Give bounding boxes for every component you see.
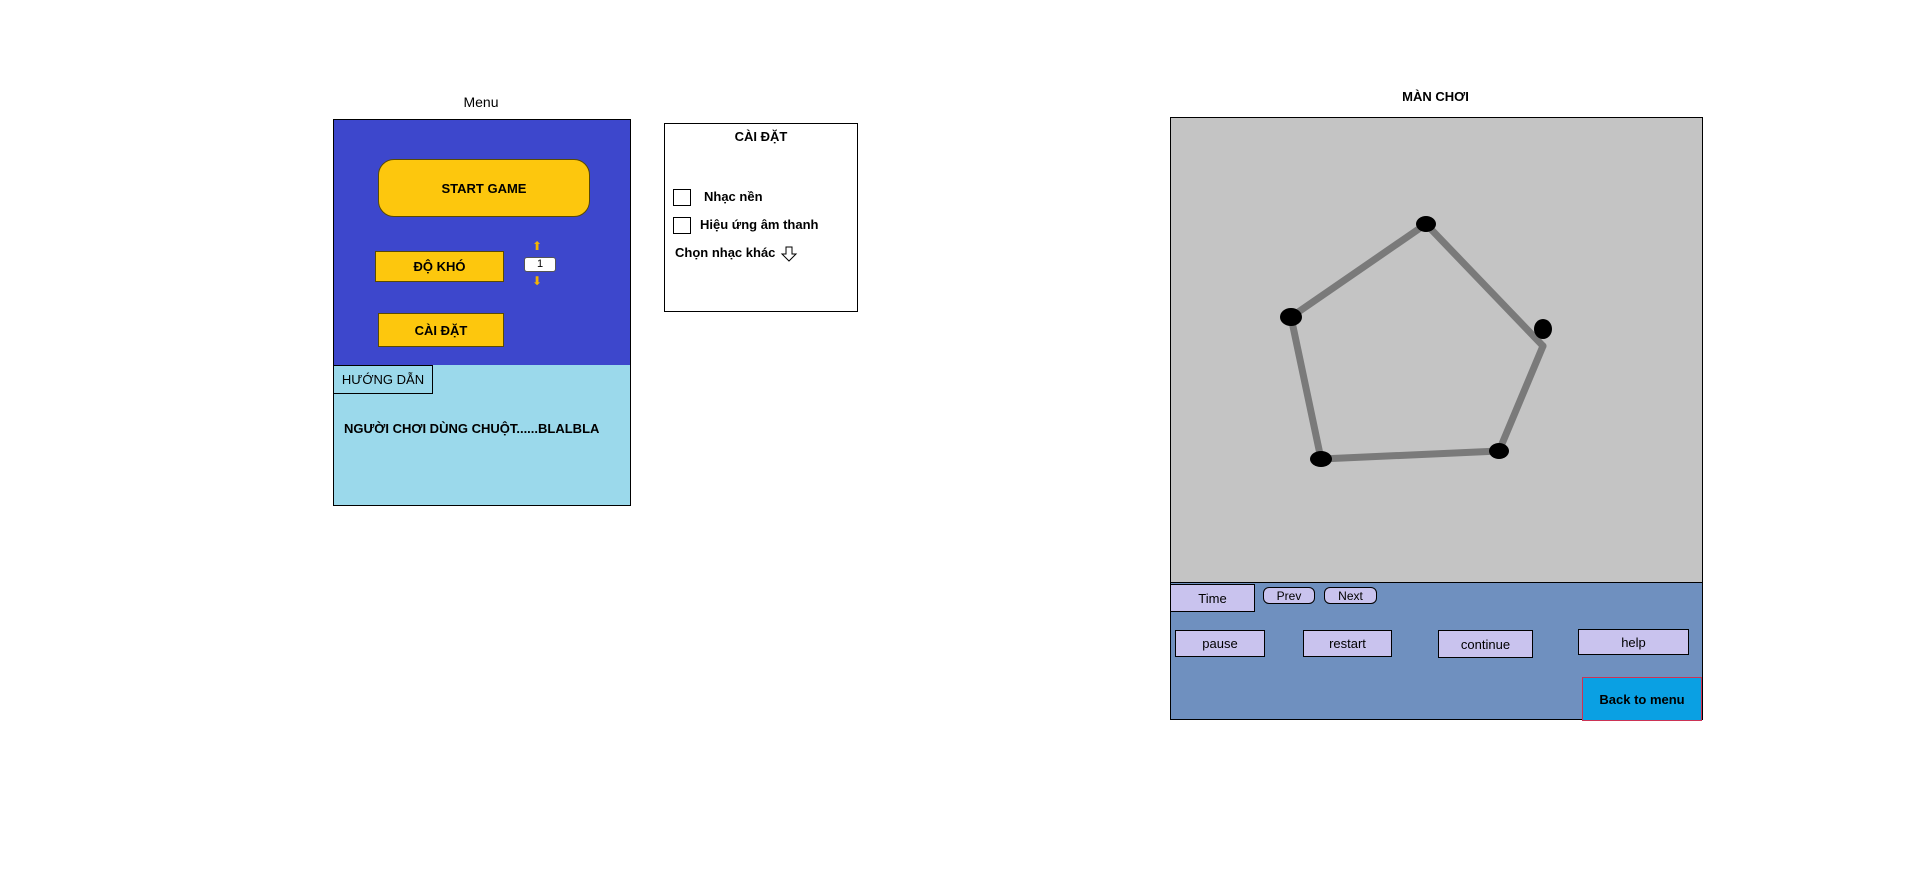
difficulty-stepper[interactable]: ⬆ 1 ⬇ xyxy=(522,240,556,290)
graph-edge xyxy=(1422,220,1547,350)
back-to-menu-button[interactable]: Back to menu xyxy=(1582,677,1702,721)
music-checkbox[interactable] xyxy=(673,189,691,206)
start-game-button[interactable]: START GAME xyxy=(378,159,590,217)
down-arrow-icon[interactable] xyxy=(780,245,798,263)
graph-node xyxy=(1280,308,1302,326)
graph-edge xyxy=(1317,447,1503,463)
game-caption: MÀN CHƠI xyxy=(1402,89,1469,104)
graph-node xyxy=(1310,451,1332,467)
difficulty-button[interactable]: ĐỘ KHÓ xyxy=(375,251,504,282)
guide-tab[interactable]: HƯỚNG DẪN xyxy=(333,365,433,394)
arrow-down-icon[interactable]: ⬇ xyxy=(532,275,542,287)
sfx-checkbox[interactable] xyxy=(673,217,691,234)
guide-text: NGƯỜI CHƠI DÙNG CHUỘT......BLALBLA xyxy=(344,421,600,436)
graph-edge xyxy=(1495,342,1547,455)
prev-button[interactable]: Prev xyxy=(1263,587,1315,604)
restart-button[interactable]: restart xyxy=(1303,630,1392,657)
menu-caption: Menu xyxy=(463,94,499,110)
graph-node xyxy=(1416,216,1436,232)
pause-button[interactable]: pause xyxy=(1175,630,1265,657)
music-label: Nhạc nền xyxy=(704,189,763,204)
settings-button[interactable]: CÀI ĐẶT xyxy=(378,313,504,347)
time-display: Time xyxy=(1170,584,1255,612)
sfx-label: Hiệu ứng âm thanh xyxy=(700,217,819,232)
next-button[interactable]: Next xyxy=(1324,587,1377,604)
game-area[interactable] xyxy=(1170,117,1703,584)
help-button[interactable]: help xyxy=(1578,629,1689,655)
settings-title: CÀI ĐẶT xyxy=(734,129,788,144)
pentagon-graph xyxy=(1280,216,1552,467)
graph-edge xyxy=(1287,313,1325,463)
graph-edge xyxy=(1287,220,1430,321)
graph-node xyxy=(1534,319,1552,339)
graph-node xyxy=(1489,443,1509,459)
difficulty-value: 1 xyxy=(524,257,556,272)
choose-music-label[interactable]: Chọn nhạc khác xyxy=(675,245,775,260)
continue-button[interactable]: continue xyxy=(1438,630,1533,658)
arrow-up-icon[interactable]: ⬆ xyxy=(532,240,542,252)
